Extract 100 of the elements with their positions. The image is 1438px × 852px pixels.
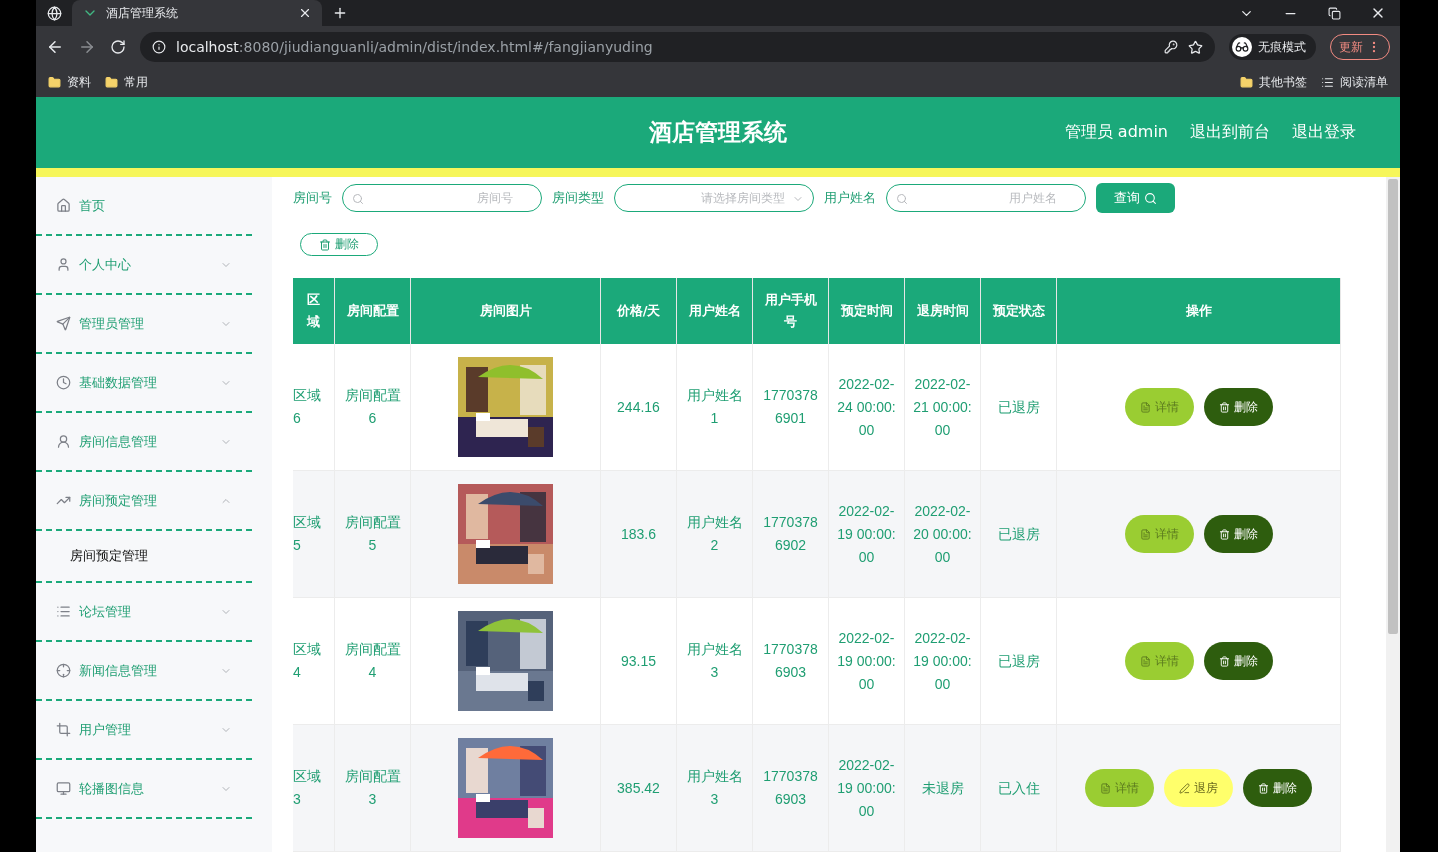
table-cell-text: 区域3: [293, 767, 322, 809]
trash-icon: [319, 238, 331, 251]
field-label: 房间号: [293, 189, 332, 207]
address-bar[interactable]: localhost:8080/jiudianguanli/admin/dist/index.html#/fangjianyuding: [140, 32, 1215, 62]
delete-button[interactable]: 删除: [300, 233, 378, 256]
search-icon: [896, 193, 908, 205]
close-icon[interactable]: [298, 6, 312, 20]
forward-icon[interactable]: [78, 38, 96, 56]
monitor-icon: [56, 781, 71, 796]
crosshair-icon: [56, 663, 71, 678]
table-cell-text: 房间配置3: [343, 767, 402, 809]
sidebar-item[interactable]: 新闻信息管理: [36, 642, 252, 701]
trash-icon: [1218, 528, 1230, 540]
search-field[interactable]: 用户姓名: [886, 184, 1086, 212]
delete-button[interactable]: 删除: [1203, 642, 1273, 680]
column-header: 用户姓名: [677, 278, 753, 344]
table-cell-text: 2022-02-21 00:00:00: [912, 374, 973, 440]
details-button[interactable]: 详情: [1124, 642, 1194, 680]
table-cell-text: 93.15: [619, 651, 657, 671]
sidebar-item[interactable]: 论坛管理: [36, 583, 252, 642]
trash-icon: [1218, 655, 1230, 667]
back-icon[interactable]: [46, 38, 64, 56]
trash-icon: [1218, 401, 1230, 413]
details-button[interactable]: 详情: [1124, 388, 1194, 426]
header-link[interactable]: 退出登录: [1292, 122, 1356, 143]
update-button[interactable]: 更新: [1330, 34, 1390, 60]
sidebar-item[interactable]: 轮播图信息: [36, 760, 252, 819]
browser-tab[interactable]: 酒店管理系统: [72, 0, 322, 26]
search-field[interactable]: 房间号: [342, 184, 542, 212]
key-icon[interactable]: [1164, 40, 1178, 54]
document-icon: [1139, 655, 1151, 667]
list-icon[interactable]: [1321, 76, 1334, 89]
checkout-button[interactable]: 退房: [1164, 769, 1233, 807]
search-button[interactable]: 查询: [1096, 183, 1175, 213]
column-header: 退房时间: [905, 278, 981, 344]
sidebar-item[interactable]: 个人中心: [36, 236, 252, 295]
folder-icon[interactable]: [1240, 76, 1253, 89]
select-field[interactable]: 请选择房间类型: [614, 184, 814, 212]
document-icon: [1139, 401, 1151, 413]
info-icon: [152, 40, 166, 54]
sidebar-item[interactable]: 房间信息管理: [36, 413, 252, 472]
document-icon: [1100, 782, 1111, 794]
table-cell-text: 17703786902: [762, 513, 819, 555]
delete-button[interactable]: 删除: [1203, 388, 1273, 426]
table-cell-text: 用户姓名3: [685, 767, 744, 809]
reading-list[interactable]: 阅读清单: [1340, 74, 1388, 91]
table-cell-text: 已退房: [996, 651, 1041, 671]
table-cell-text: 17703786903: [762, 767, 819, 809]
bookmark[interactable]: 常用: [124, 74, 148, 91]
home-icon: [56, 198, 71, 213]
table-cell-text: 未退房: [920, 778, 965, 798]
column-header: 区域: [293, 278, 335, 344]
folder-icon[interactable]: [48, 76, 61, 89]
table-cell-text: 已退房: [996, 397, 1041, 417]
table-cell-text: 房间配置6: [343, 386, 402, 428]
search-icon: [1144, 191, 1157, 205]
star-icon[interactable]: [1188, 39, 1203, 55]
table-cell-text: 244.16: [616, 397, 661, 417]
reload-icon[interactable]: [110, 39, 126, 55]
table-cell-text: 用户姓名2: [685, 513, 744, 555]
pen-icon: [1179, 782, 1190, 794]
document-icon: [1139, 528, 1151, 540]
sidebar-item[interactable]: 管理员管理: [36, 295, 252, 354]
incognito-badge[interactable]: 无痕模式: [1229, 34, 1316, 60]
table-cell-text: 17703786901: [762, 386, 819, 428]
header-link[interactable]: 退出到前台: [1190, 122, 1270, 143]
table-cell-text: 183.6: [619, 524, 657, 544]
sidebar-item[interactable]: 首页: [36, 177, 252, 236]
navigation-icon: [56, 316, 71, 331]
field-label: 房间类型: [552, 189, 604, 207]
details-button[interactable]: 详情: [1124, 515, 1194, 553]
bookmark[interactable]: 其他书签: [1259, 74, 1307, 91]
bookmark[interactable]: 资料: [67, 74, 91, 91]
folder-icon[interactable]: [105, 76, 118, 89]
scrollbar[interactable]: [1386, 177, 1400, 852]
column-header: 价格/天: [601, 278, 677, 344]
table-cell-text: 17703786903: [762, 640, 819, 682]
column-header: 预定时间: [829, 278, 905, 344]
sidebar-item[interactable]: 用户管理: [36, 701, 252, 760]
delete-button[interactable]: 删除: [1203, 515, 1273, 553]
table-cell-text: 房间配置4: [343, 640, 402, 682]
column-header: 房间配置: [335, 278, 411, 344]
header-link[interactable]: 管理员 admin: [1064, 122, 1168, 143]
trash-icon: [1258, 782, 1269, 794]
list-icon: [56, 604, 71, 619]
table-cell-text: 用户姓名3: [685, 640, 744, 682]
submenu-item[interactable]: 房间预定管理: [36, 531, 252, 581]
column-header: 房间图片: [411, 278, 601, 344]
clock-icon: [56, 375, 71, 390]
table-cell-text: 2022-02-19 00:00:00: [912, 628, 973, 694]
table-cell-text: 房间配置5: [343, 513, 402, 555]
sidebar-item[interactable]: 基础数据管理: [36, 354, 252, 413]
column-header: 用户手机号: [753, 278, 829, 344]
details-button[interactable]: 详情: [1085, 769, 1154, 807]
delete-button[interactable]: 删除: [1243, 769, 1312, 807]
sidebar-item[interactable]: 房间预定管理: [36, 472, 252, 531]
crop-icon: [56, 722, 71, 737]
table-cell-text: 2022-02-20 00:00:00: [912, 501, 973, 567]
table-cell-text: 已入住: [996, 778, 1041, 798]
table-cell-text: 2022-02-19 00:00:00: [836, 501, 897, 567]
